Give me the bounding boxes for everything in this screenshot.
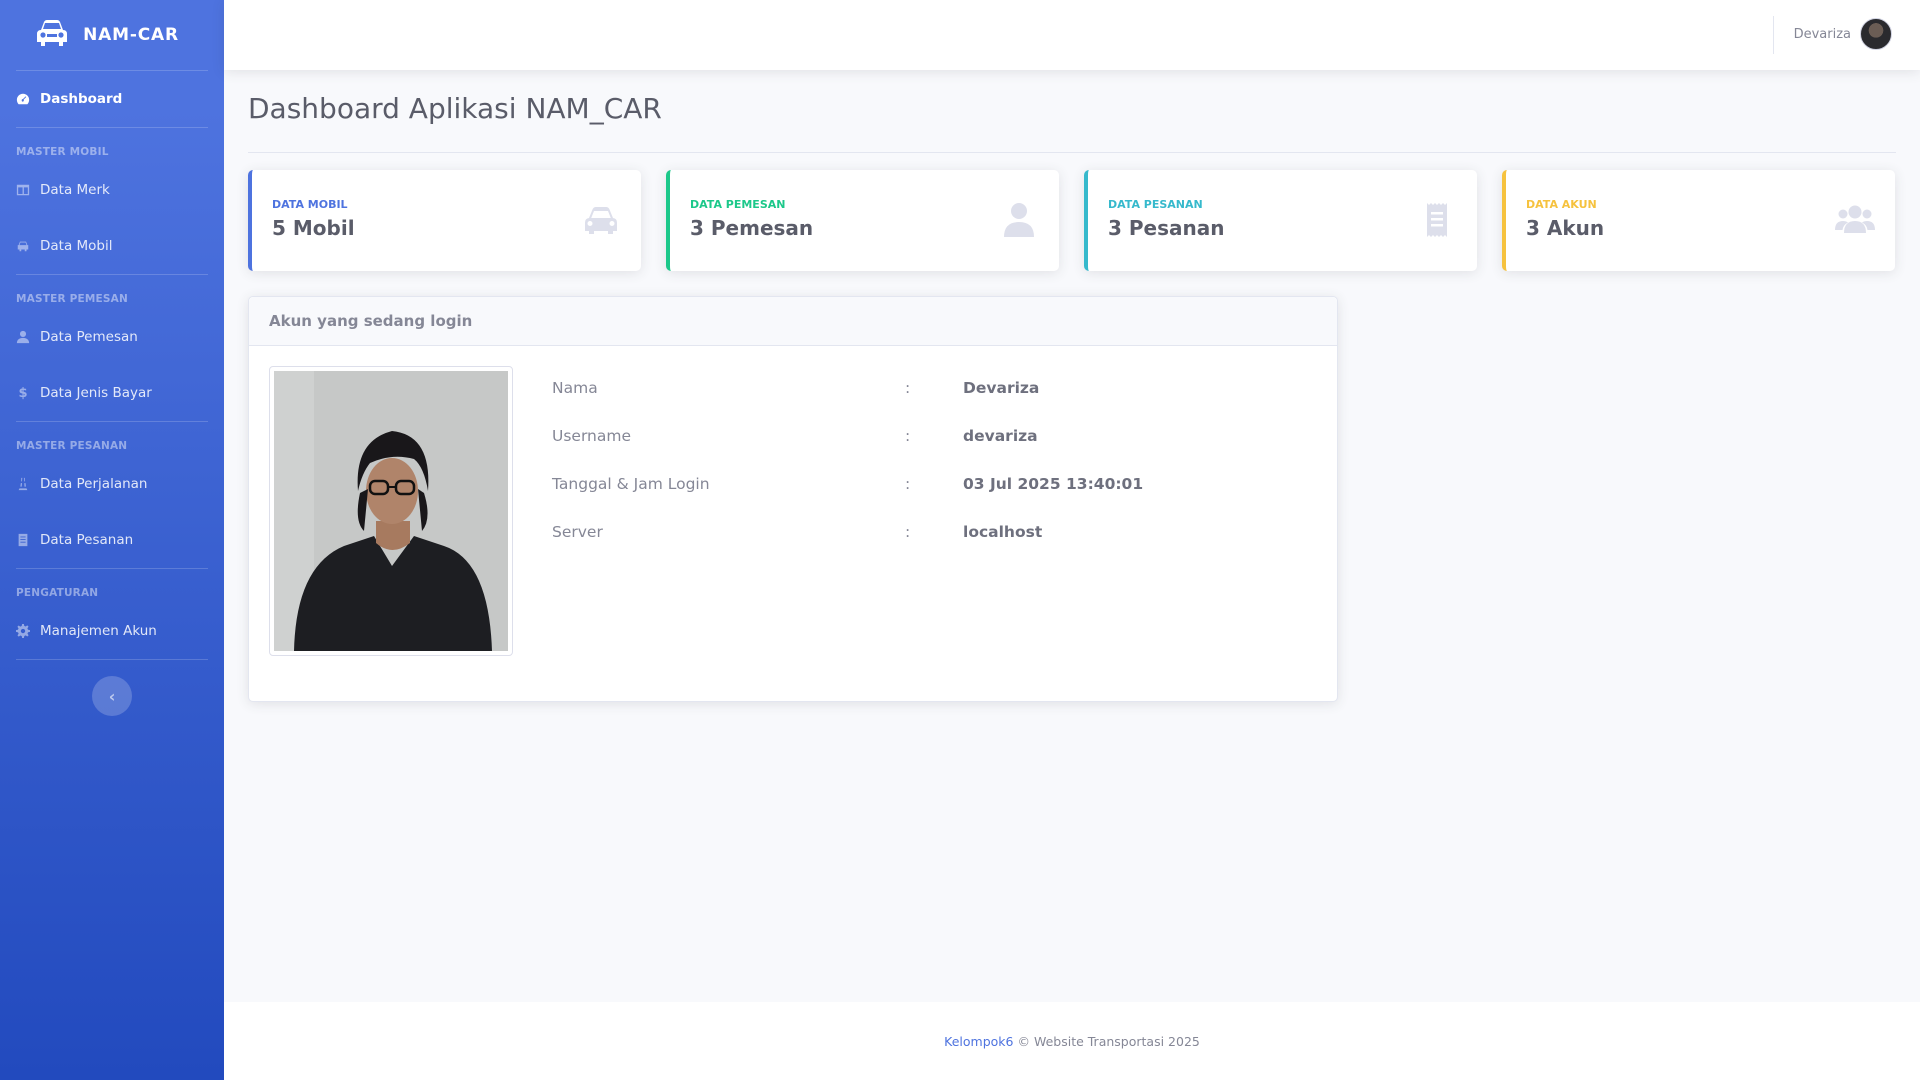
sidebar-item-data-mobil[interactable]: Data Mobil <box>0 218 224 274</box>
info-key: Nama <box>552 379 598 397</box>
info-row-username: Username : devariza <box>552 427 1252 449</box>
title-divider <box>248 152 1896 153</box>
user-icon <box>16 330 30 344</box>
sidebar-item-data-jenis-bayar[interactable]: $ Data Jenis Bayar <box>0 365 224 421</box>
logged-in-account-panel: Akun yang sedang login Nama: Devariza U… <box>248 296 1338 702</box>
topbar: Devariza <box>224 0 1920 70</box>
sidebar-item-data-pemesan[interactable]: Data Pemesan <box>0 309 224 365</box>
sidebar: NAM-CAR Dashboard MASTER MOBIL Data Merk… <box>0 0 224 1080</box>
info-value: localhost <box>963 523 1043 541</box>
info-row-login-time: Tanggal & Jam Login : 03 Jul 2025 13:40:… <box>552 475 1252 497</box>
gear-icon <box>16 624 30 638</box>
profile-photo-image <box>274 371 508 651</box>
avatar <box>1860 18 1892 50</box>
sidebar-item-manajemen-akun[interactable]: Manajemen Akun <box>0 603 224 659</box>
footer-text: © Website Transportasi 2025 <box>1017 1033 1200 1049</box>
road-icon <box>16 477 30 491</box>
car-icon <box>35 18 69 53</box>
chevron-left-icon: ‹ <box>108 686 116 706</box>
stat-cards: DATA MOBIL 5 Mobil DATA PEMESAN 3 Pemesa… <box>248 170 1896 271</box>
stat-card-pemesan: DATA PEMESAN 3 Pemesan <box>666 170 1059 271</box>
sidebar-item-dashboard[interactable]: Dashboard <box>0 71 224 127</box>
car-icon <box>581 200 621 240</box>
info-row-server: Server : localhost <box>552 523 1252 545</box>
dollar-icon: $ <box>18 385 28 401</box>
footer-link[interactable]: Kelompok6 <box>944 1034 1013 1049</box>
sidebar-item-label: Data Perjalanan <box>40 476 148 492</box>
info-value: Devariza <box>963 379 1040 397</box>
user-dropdown[interactable]: Devariza <box>1794 18 1892 50</box>
sidebar-item-data-perjalanan[interactable]: Data Perjalanan <box>0 456 224 512</box>
stat-card-mobil: DATA MOBIL 5 Mobil <box>248 170 641 271</box>
info-colon: : <box>905 523 911 541</box>
sidebar-heading: PENGATURAN <box>16 587 99 599</box>
info-key: Username <box>552 427 632 445</box>
info-value: 03 Jul 2025 13:40:01 <box>963 475 1144 493</box>
topbar-divider <box>1773 16 1774 54</box>
sidebar-heading: MASTER PESANAN <box>16 440 128 452</box>
columns-icon <box>16 183 30 197</box>
sidebar-item-label: Data Pesanan <box>40 532 134 548</box>
sidebar-heading: MASTER PEMESAN <box>16 293 128 305</box>
sidebar-item-data-merk[interactable]: Data Merk <box>0 162 224 218</box>
sidebar-item-data-pesanan[interactable]: Data Pesanan <box>0 512 224 568</box>
sidebar-item-label: Dashboard <box>40 91 123 107</box>
profile-photo <box>269 366 513 656</box>
panel-title: Akun yang sedang login <box>249 297 1337 346</box>
main-content: Dashboard Aplikasi NAM_CAR DATA MOBIL 5 … <box>248 70 1896 702</box>
sidebar-item-label: Data Mobil <box>40 238 113 254</box>
info-row-nama: Nama : Devariza <box>552 379 1252 401</box>
sidebar-heading: MASTER MOBIL <box>16 146 109 158</box>
info-key: Tanggal & Jam Login <box>552 475 710 493</box>
info-colon: : <box>905 475 911 493</box>
stat-card-pesanan: DATA PESANAN 3 Pesanan <box>1084 170 1477 271</box>
receipt-icon <box>1417 200 1457 240</box>
footer: Kelompok6 © Website Transportasi 2025 <box>224 1002 1920 1080</box>
brand[interactable]: NAM-CAR <box>0 0 224 70</box>
user-name: Devariza <box>1793 26 1851 42</box>
info-colon: : <box>905 379 911 397</box>
sidebar-item-label: Data Pemesan <box>40 329 138 345</box>
receipt-icon <box>16 533 30 547</box>
user-icon <box>999 200 1039 240</box>
car-icon <box>16 239 30 253</box>
page-title: Dashboard Aplikasi NAM_CAR <box>248 92 662 125</box>
info-colon: : <box>905 427 911 445</box>
tachometer-icon <box>16 92 30 106</box>
users-icon <box>1835 200 1875 240</box>
stat-card-akun: DATA AKUN 3 Akun <box>1502 170 1895 271</box>
info-key: Server <box>552 523 603 541</box>
sidebar-item-label: Data Jenis Bayar <box>40 385 152 401</box>
brand-name: NAM-CAR <box>83 25 179 45</box>
sidebar-item-label: Manajemen Akun <box>40 623 157 639</box>
sidebar-toggle-wrap: ‹ <box>0 660 224 716</box>
sidebar-item-label: Data Merk <box>40 182 110 198</box>
sidebar-toggle-button[interactable]: ‹ <box>92 676 132 716</box>
info-value: devariza <box>963 427 1038 445</box>
